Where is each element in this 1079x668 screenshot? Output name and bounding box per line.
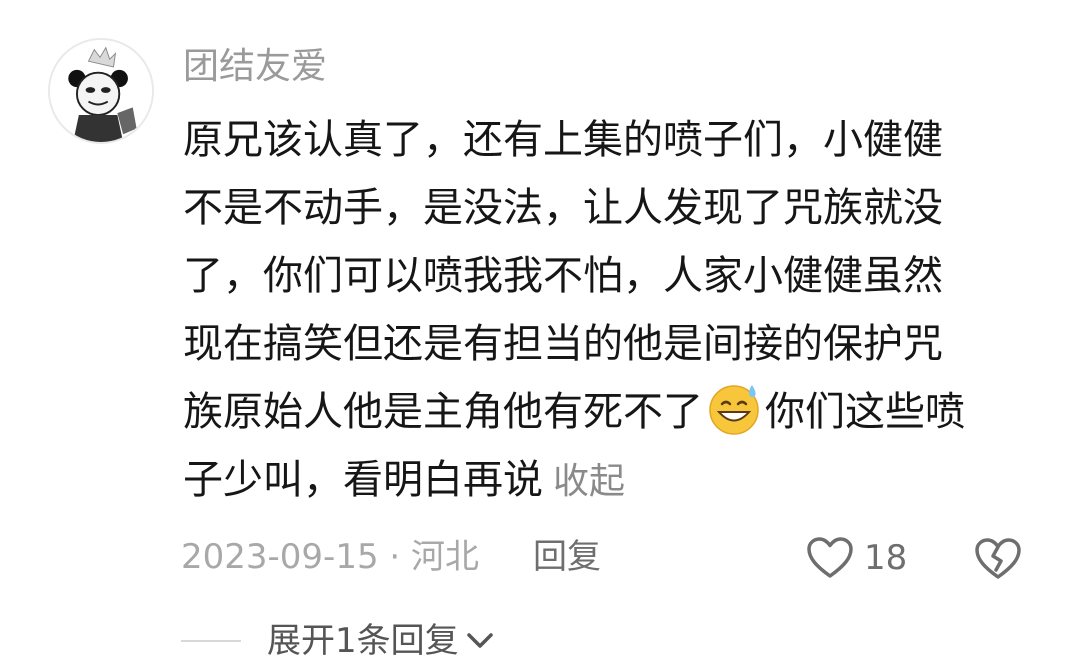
comment-line-last: 子少叫，看明白再说 收起 xyxy=(183,446,1043,514)
comment-line: 现在搞笑但还是有担当的他是间接的保护咒 xyxy=(183,321,943,367)
comment-line-text: 你们这些喷 xyxy=(765,389,965,435)
panda-meme-avatar-icon xyxy=(50,40,152,142)
date-location-text: 2023-09-15 · 河北 xyxy=(181,537,480,577)
chevron-down-icon xyxy=(466,633,493,648)
grinning-sweat-emoji-icon xyxy=(709,385,759,435)
reply-button[interactable]: 回复 xyxy=(533,533,601,581)
user-avatar[interactable] xyxy=(48,38,154,144)
heart-outline-icon xyxy=(807,537,853,578)
collapse-button[interactable]: 收起 xyxy=(553,461,625,502)
divider-line xyxy=(181,640,241,642)
comment-line-with-emoji: 族原始人他是主角他有死不了 你们这些喷 xyxy=(183,378,1043,446)
comment-body: 原兄该认真了，还有上集的喷子们，小健健 不是不动手，是没法，让人发现了咒族就没 … xyxy=(183,106,1043,514)
comment-line: 原兄该认真了，还有上集的喷子们，小健健 xyxy=(183,117,943,163)
like-button[interactable]: 18 xyxy=(806,535,907,581)
comment-line: 不是不动手，是没法，让人发现了咒族就没 xyxy=(183,185,943,231)
expand-replies-label: 展开1条回复 xyxy=(267,621,459,661)
broken-heart-icon[interactable] xyxy=(974,537,1022,581)
expand-replies-row: 展开1条回复 xyxy=(181,618,781,668)
like-count: 18 xyxy=(864,538,908,578)
comment-line: 了，你们可以喷我我不怕，人家小健健虽然 xyxy=(183,253,943,299)
expand-replies-button[interactable]: 展开1条回复 xyxy=(267,618,495,664)
comment-username[interactable]: 团结友爱 xyxy=(183,44,327,90)
comment-line-text: 子少叫，看明白再说 xyxy=(183,457,543,503)
comment-line-text: 族原始人他是主角他有死不了 xyxy=(183,389,703,435)
comment-meta-row: 2023-09-15 · 河北 回复 18 xyxy=(181,533,1041,581)
